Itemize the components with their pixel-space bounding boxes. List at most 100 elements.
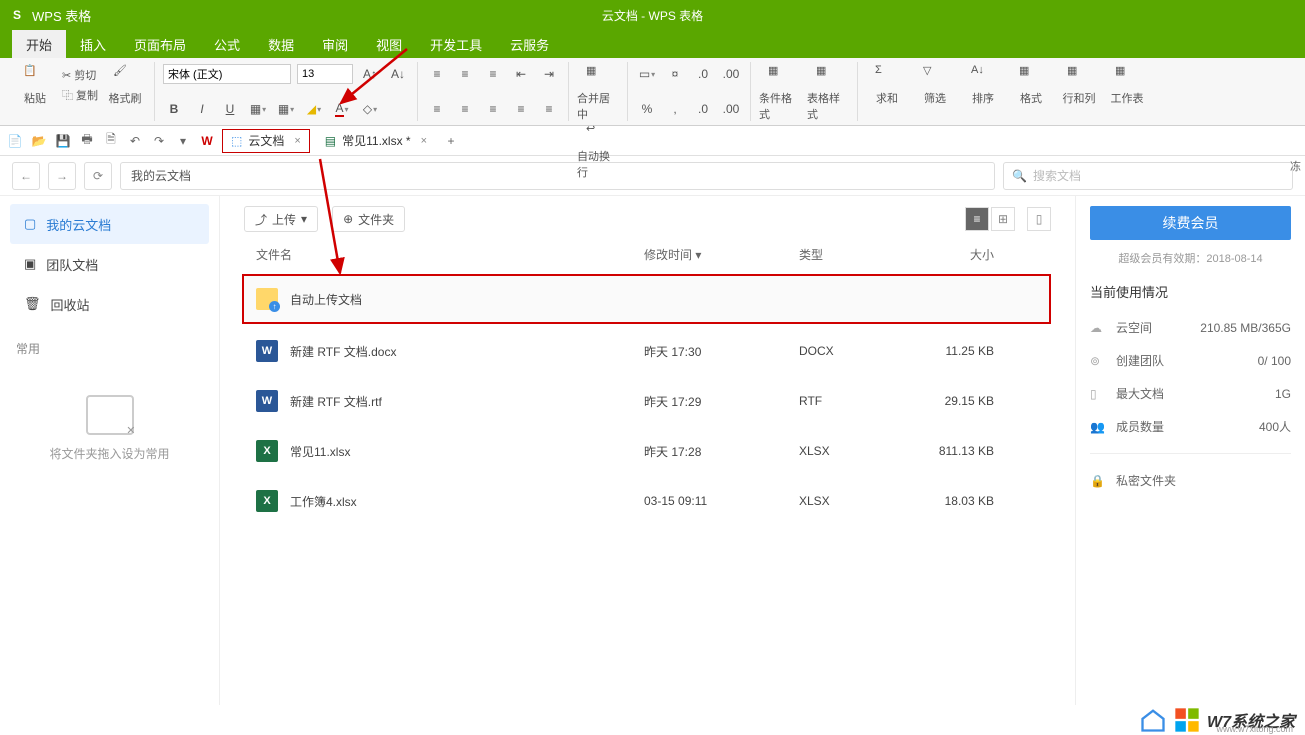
menu-review[interactable]: 审阅: [308, 30, 362, 58]
align-right-icon[interactable]: ≡: [482, 99, 504, 119]
table-row[interactable]: X工作簿4.xlsx03-15 09:11XLSX18.03 KB: [244, 476, 1051, 526]
indent-inc-icon[interactable]: ⇥: [538, 64, 560, 84]
upload-button[interactable]: ⤴上传▾: [244, 206, 318, 232]
app-name: WPS 表格: [32, 6, 91, 25]
sidebar-item-trash[interactable]: 🗑 回收站: [10, 284, 209, 324]
menu-page-layout[interactable]: 页面布局: [120, 30, 200, 58]
qat-new-icon[interactable]: 📄: [6, 132, 24, 150]
view-list-button[interactable]: ≡: [965, 207, 989, 231]
qat-print-icon[interactable]: 🖶: [78, 132, 96, 150]
increase-font-icon[interactable]: A↑: [359, 64, 381, 84]
tab-cloud-doc[interactable]: ⬚ 云文档 ×: [222, 129, 310, 153]
refresh-button[interactable]: ⟳: [84, 162, 112, 190]
align-justify-icon[interactable]: ≡: [510, 99, 532, 119]
wps-logo-icon[interactable]: W: [198, 132, 216, 150]
search-box[interactable]: 🔍 搜索文档: [1003, 162, 1293, 190]
menu-formula[interactable]: 公式: [200, 30, 254, 58]
col-size[interactable]: 大小: [914, 246, 994, 263]
qat-open-icon[interactable]: 📂: [30, 132, 48, 150]
indent-dec-icon[interactable]: ⇤: [510, 64, 532, 84]
dec2-icon[interactable]: .0: [692, 99, 714, 119]
merge-center-button[interactable]: ▦ 合并居中: [577, 64, 619, 122]
table-style-button[interactable]: ▦表格样式: [807, 64, 849, 122]
border2-button[interactable]: ▦▾: [275, 99, 297, 119]
menu-view[interactable]: 视图: [362, 30, 416, 58]
private-folder-link[interactable]: 🔒私密文件夹: [1090, 464, 1291, 497]
dec3-icon[interactable]: .00: [720, 99, 742, 119]
back-button[interactable]: ←: [12, 162, 40, 190]
clear-format-button[interactable]: ◇▾: [359, 99, 381, 119]
view-detail-button[interactable]: ▯: [1027, 207, 1051, 231]
decimal-dec-icon[interactable]: .00: [720, 64, 742, 84]
new-folder-button[interactable]: ⊕文件夹: [332, 206, 405, 232]
table-row[interactable]: W新建 RTF 文档.docx昨天 17:30DOCX11.25 KB: [244, 326, 1051, 376]
sidebar-item-team[interactable]: ▣ 团队文档: [10, 244, 209, 284]
ribbon: 📋 粘贴 ✂剪切 ⿻复制 🖌 格式刷 A↑ A↓ B I U ▦▾ ▦▾: [0, 58, 1305, 126]
copy-button[interactable]: ⿻复制: [62, 87, 98, 103]
qat-redo-icon[interactable]: ↷: [150, 132, 168, 150]
font-color-button[interactable]: A▾: [331, 99, 353, 119]
qat-save-icon[interactable]: 💾: [54, 132, 72, 150]
copy-icon: ⿻: [62, 87, 73, 103]
breadcrumb[interactable]: 我的云文档: [120, 162, 995, 190]
fill-color-button[interactable]: ◢▾: [303, 99, 325, 119]
paste-icon: 📋: [23, 64, 47, 88]
usage-value: 0/ 100: [1258, 354, 1291, 368]
border-button[interactable]: ▦▾: [247, 99, 269, 119]
forward-button[interactable]: →: [48, 162, 76, 190]
wrap-text-button[interactable]: ↩ 自动换行: [577, 122, 619, 180]
close-icon[interactable]: ×: [294, 135, 300, 147]
qat-preview-icon[interactable]: 🗎: [102, 132, 120, 150]
align-misc-icon[interactable]: ≡: [538, 99, 560, 119]
format-icon: ▦: [1019, 64, 1043, 88]
qat-undo-icon[interactable]: ↶: [126, 132, 144, 150]
table-row[interactable]: 自动上传文档: [242, 274, 1051, 324]
col-type[interactable]: 类型: [799, 246, 914, 263]
font-size-select[interactable]: [297, 64, 353, 84]
sidebar-item-my-cloud[interactable]: ▢ 我的云文档: [10, 204, 209, 244]
menu-start[interactable]: 开始: [12, 30, 66, 58]
align-center-icon[interactable]: ≡: [454, 99, 476, 119]
cut-button[interactable]: ✂剪切: [62, 67, 98, 83]
bold-button[interactable]: B: [163, 99, 185, 119]
number-format-icon[interactable]: ▭▾: [636, 64, 658, 84]
table-row[interactable]: W新建 RTF 文档.rtf昨天 17:29RTF29.15 KB: [244, 376, 1051, 426]
view-grid-button[interactable]: ⊞: [991, 207, 1015, 231]
renew-member-button[interactable]: 续费会员: [1090, 206, 1291, 240]
usage-label: 成员数量: [1116, 418, 1164, 435]
decimal-inc-icon[interactable]: .0: [692, 64, 714, 84]
sigma-icon: Σ: [875, 64, 899, 88]
decrease-font-icon[interactable]: A↓: [387, 64, 409, 84]
menu-cloud[interactable]: 云服务: [496, 30, 563, 58]
new-tab-button[interactable]: +: [442, 132, 460, 150]
qat-more-icon[interactable]: ▾: [174, 132, 192, 150]
rows-cols-button[interactable]: ▦行和列: [1058, 64, 1100, 106]
paste-button[interactable]: 📋 粘贴: [14, 64, 56, 106]
col-name[interactable]: 文件名: [244, 246, 644, 263]
cond-format-button[interactable]: ▦条件格式: [759, 64, 801, 122]
font-name-select[interactable]: [163, 64, 291, 84]
percent-icon[interactable]: %: [636, 99, 658, 119]
dropzone[interactable]: 将文件夹拖入设为常用: [10, 395, 209, 462]
tab-file[interactable]: ▤ 常见11.xlsx * ×: [316, 129, 436, 153]
col-time[interactable]: 修改时间 ▾: [644, 246, 799, 263]
sort-button[interactable]: A↓排序: [962, 64, 1004, 106]
comma-icon[interactable]: ,: [664, 99, 686, 119]
filter-button[interactable]: ▽筛选: [914, 64, 956, 106]
align-bottom-icon[interactable]: ≡: [482, 64, 504, 84]
currency-icon[interactable]: ¤: [664, 64, 686, 84]
menu-developer[interactable]: 开发工具: [416, 30, 496, 58]
close-icon[interactable]: ×: [421, 135, 427, 147]
sum-button[interactable]: Σ求和: [866, 64, 908, 106]
menu-insert[interactable]: 插入: [66, 30, 120, 58]
align-middle-icon[interactable]: ≡: [454, 64, 476, 84]
table-row[interactable]: X常见11.xlsx昨天 17:28XLSX811.13 KB: [244, 426, 1051, 476]
worksheet-button[interactable]: ▦工作表: [1106, 64, 1148, 106]
format-painter-button[interactable]: 🖌 格式刷: [104, 64, 146, 106]
format-button[interactable]: ▦格式: [1010, 64, 1052, 106]
underline-button[interactable]: U: [219, 99, 241, 119]
italic-button[interactable]: I: [191, 99, 213, 119]
menu-data[interactable]: 数据: [254, 30, 308, 58]
align-left-icon[interactable]: ≡: [426, 99, 448, 119]
align-top-icon[interactable]: ≡: [426, 64, 448, 84]
